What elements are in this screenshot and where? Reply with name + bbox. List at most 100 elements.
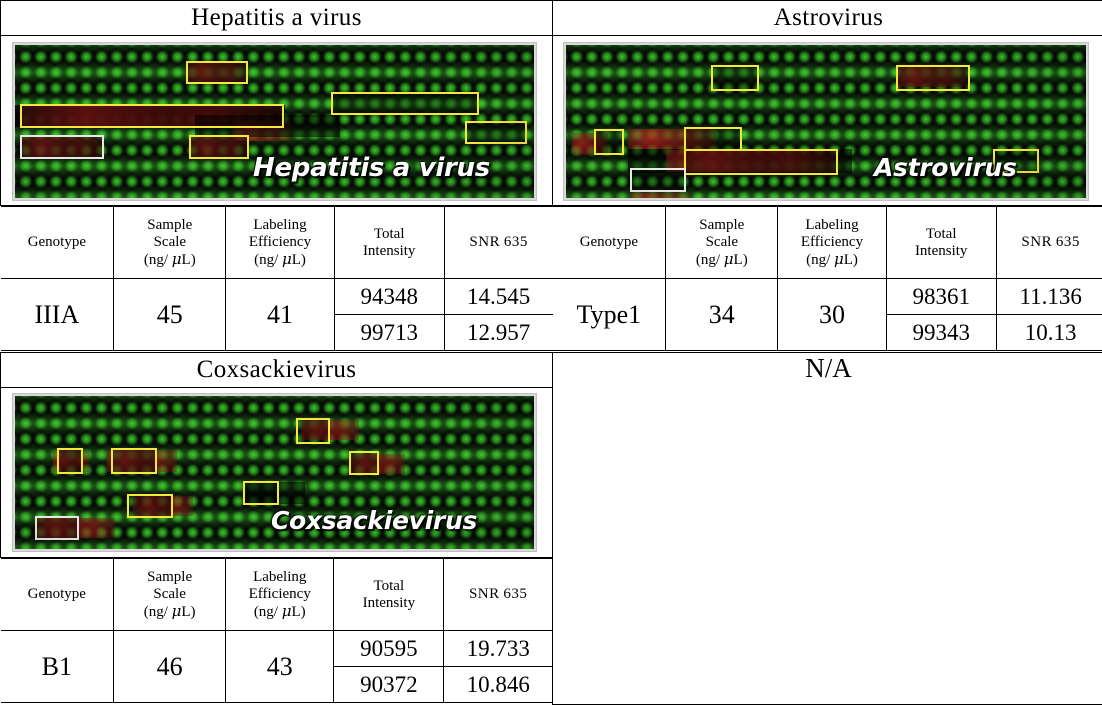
array-watermark-coxsackievirus: Coxsackievirus — [271, 506, 478, 536]
control-box — [630, 168, 686, 193]
microarray-frame-astrovirus: Astrovirus — [564, 43, 1088, 201]
labeling-line2: Efficiency — [248, 233, 312, 250]
labeling-line1: Labeling — [253, 568, 307, 585]
highlight-box — [186, 61, 248, 85]
results-table-astrovirus: Genotype Sample Scale (ng/ μL) Labeling … — [552, 206, 1102, 352]
microarray-image-astrovirus: Astrovirus — [566, 45, 1086, 199]
col-header-labeling-efficiency: Labeling Efficiency (ng/ μL) — [777, 206, 887, 280]
unit-prefix: (ng/ — [143, 603, 172, 620]
labeling-unit: (ng/ μL) — [778, 249, 885, 269]
cell-total-intensity: 99343 — [885, 314, 997, 352]
col-header-genotype: Genotype — [0, 558, 115, 632]
table-row: IIIA 45 41 94348 14.545 — [0, 278, 553, 352]
col-header-labeling-efficiency: Labeling Efficiency (ng/ μL) — [225, 558, 335, 632]
labeling-unit: (ng/ μL) — [226, 249, 333, 269]
panel-title-astrovirus: Astrovirus — [773, 4, 884, 31]
highlight-box — [594, 129, 624, 156]
total-intensity-line1: Total — [373, 225, 405, 242]
snr-label: SNR — [1021, 234, 1053, 251]
table-row: Type1 34 30 98361 11.136 — [552, 278, 1102, 352]
cell-snr635: 19.733 — [443, 630, 552, 668]
array-cell-astrovirus: Astrovirus — [552, 35, 1102, 207]
cell-total-intensity: 90595 — [333, 630, 445, 668]
cell-labeling-efficiency: 30 — [777, 278, 887, 352]
highlight-box — [711, 65, 759, 92]
mu-symbol: μ — [834, 249, 844, 268]
snr-number: 635 — [503, 234, 528, 251]
array-watermark-astrovirus: Astrovirus — [874, 153, 1017, 183]
cell-labeling-efficiency: 43 — [225, 630, 335, 704]
panel-title-hepatitis: Hepatitis a virus — [191, 4, 362, 31]
col-header-total-intensity: Total Intensity — [885, 206, 997, 280]
labeling-line2: Efficiency — [800, 233, 864, 250]
array-cell-hepatitis: Hepatitis a virus — [0, 35, 553, 207]
sample-scale-line2: Scale — [153, 233, 187, 250]
sample-scale-line1: Sample — [147, 216, 193, 233]
table-header-row: Genotype Sample Scale (ng/ μL) Labeling … — [0, 206, 553, 280]
panel-title-coxsackievirus: Coxsackievirus — [196, 356, 357, 384]
sample-scale-unit: (ng/ μL) — [114, 601, 225, 621]
cell-snr635: 14.545 — [443, 278, 553, 316]
microarray-image-coxsackievirus: Coxsackievirus — [15, 396, 534, 550]
cell-sample-scale: 45 — [113, 278, 227, 352]
sample-scale-line2: Scale — [153, 585, 186, 602]
highlight-box — [349, 451, 379, 476]
cell-genotype: B1 — [0, 630, 115, 704]
mu-symbol: μ — [171, 601, 182, 620]
microarray-image-hepatitis: Hepatitis a virus — [15, 45, 534, 199]
cell-snr635: 11.136 — [995, 278, 1102, 316]
mu-symbol: μ — [282, 249, 292, 268]
labeling-line1: Labeling — [253, 216, 307, 233]
highlight-box — [331, 92, 479, 116]
col-header-total-intensity: Total Intensity — [333, 558, 445, 632]
unit-prefix: (ng/ — [695, 251, 724, 268]
highlight-box — [896, 65, 970, 92]
sample-scale-line1: Sample — [147, 568, 193, 585]
na-label: N/A — [805, 353, 852, 384]
highlight-box — [57, 448, 83, 475]
sample-scale-line1: Sample — [699, 216, 745, 233]
col-header-genotype: Genotype — [0, 206, 115, 280]
highlight-box — [127, 494, 173, 519]
col-header-total-intensity: Total Intensity — [333, 206, 445, 280]
highlight-box — [684, 149, 838, 176]
snr-number: 635 — [1055, 234, 1080, 251]
panel-cell-hepatitis: Hepatitis a virus — [0, 0, 553, 37]
total-intensity-line1: Total — [925, 225, 957, 242]
col-header-genotype: Genotype — [552, 206, 667, 280]
labeling-line1: Labeling — [805, 216, 859, 233]
col-header-snr635: SNR 635 — [995, 206, 1102, 280]
microarray-frame-hepatitis: Hepatitis a virus — [13, 43, 536, 201]
labeling-line2: Efficiency — [248, 585, 311, 602]
col-header-sample-scale: Sample Scale (ng/ μL) — [113, 558, 227, 632]
data-cell-astrovirus: Genotype Sample Scale (ng/ μL) Labeling … — [552, 206, 1102, 353]
data-row-top: Genotype Sample Scale (ng/ μL) Labeling … — [0, 206, 1102, 353]
highlight-box — [296, 418, 330, 445]
sample-scale-unit: (ng/ μL) — [114, 250, 225, 269]
title-row-bottom: Coxsackievirus N/A — [0, 352, 1102, 705]
table-header-row: Genotype Sample Scale (ng/ μL) Labeling … — [552, 206, 1102, 280]
col-header-snr635: SNR 635 — [443, 206, 553, 280]
panel-cell-astrovirus: Astrovirus — [552, 0, 1102, 37]
empty-panel-cell: N/A — [552, 352, 1102, 705]
array-watermark-hepatitis: Hepatitis a virus — [253, 153, 490, 184]
snr-number: 635 — [503, 586, 528, 603]
unit-suffix: L) — [291, 603, 306, 620]
col-header-sample-scale: Sample Scale (ng/ μL) — [113, 206, 227, 280]
results-table-hepatitis: Genotype Sample Scale (ng/ μL) Labeling … — [0, 206, 553, 352]
array-row-top: Hepatitis a virus Astrovirus — [0, 35, 1102, 207]
cell-sample-scale: 46 — [113, 630, 227, 704]
cell-sample-scale: 34 — [665, 278, 779, 352]
snr-label: SNR — [469, 234, 501, 251]
na-wrapper: N/A — [553, 353, 1102, 704]
cell-genotype: IIIA — [0, 278, 115, 352]
cell-total-intensity: 90372 — [333, 666, 445, 704]
unit-suffix: L) — [291, 251, 306, 268]
control-box — [20, 135, 104, 160]
mu-symbol: μ — [723, 249, 734, 268]
highlight-box — [465, 121, 527, 145]
unit-prefix: (ng/ — [253, 603, 282, 620]
cell-total-intensity: 98361 — [885, 278, 997, 316]
microarray-frame-coxsackievirus: Coxsackievirus — [13, 394, 536, 552]
unit-suffix: L) — [733, 251, 748, 268]
